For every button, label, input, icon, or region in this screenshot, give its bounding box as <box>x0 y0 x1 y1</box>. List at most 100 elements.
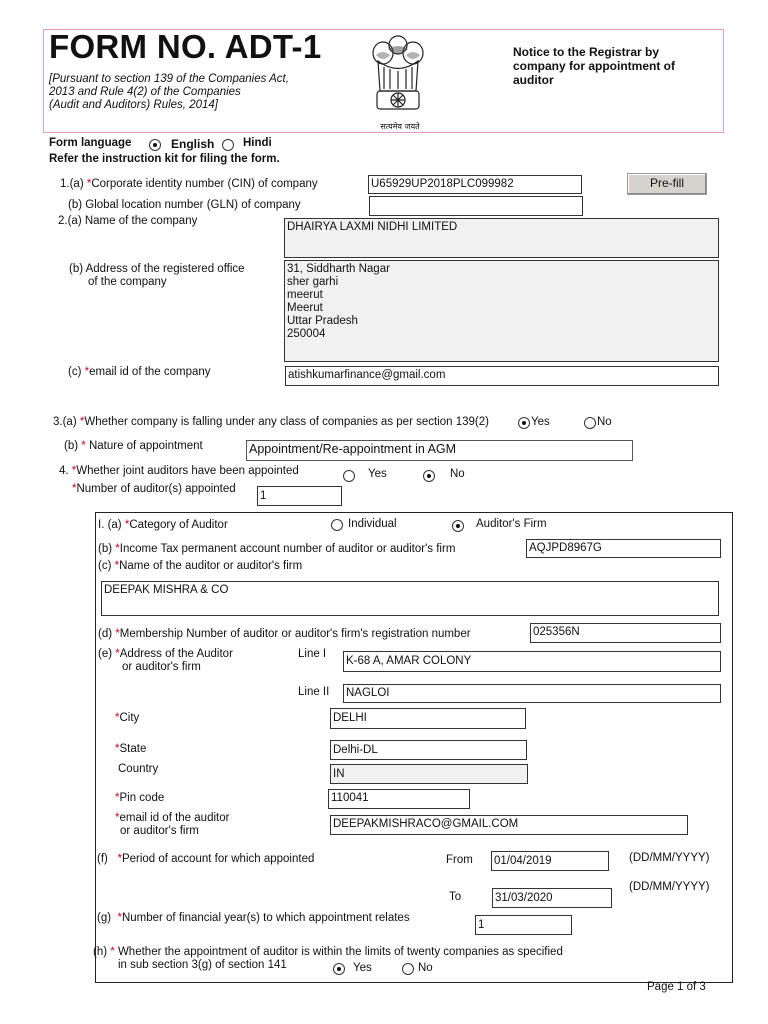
q1a-text: Corporate identity number (CIN) of compa… <box>91 178 318 190</box>
emblem-caption: सत्यमेव जयते <box>380 122 420 131</box>
period-from-input[interactable]: 01/04/2019 <box>491 851 609 871</box>
form-title: FORM NO. ADT-1 <box>49 28 322 65</box>
financial-years-input[interactable]: 1 <box>475 915 572 935</box>
q3a-label: 3.(a) *Whether company is falling under … <box>53 416 489 429</box>
instruction-text: Refer the instruction kit for filing the… <box>49 153 280 165</box>
auditor-count-label: *Number of auditor(s) appointed <box>72 483 236 496</box>
auditor-category-label: I. (a) *Category of Auditor <box>98 519 228 532</box>
radio-category-individual[interactable] <box>331 519 343 531</box>
radio-q3a-no[interactable] <box>584 417 596 429</box>
q3a-text: Whether company is falling under any cla… <box>84 416 489 428</box>
language-hindi-label: Hindi <box>243 137 272 149</box>
auditor-h-text: Whether the appointment of auditor is wi… <box>117 946 563 958</box>
gln-input[interactable] <box>369 196 583 216</box>
category-firm-label: Auditor's Firm <box>476 518 547 530</box>
notice-line: Notice to the Registrar by <box>513 45 660 59</box>
joint-auditors-yes-label: Yes <box>368 468 387 480</box>
auditor-email-input[interactable]: DEEPAKMISHRACO@GMAIL.COM <box>330 815 688 835</box>
auditor-f-prefix: (f) <box>97 853 108 865</box>
auditor-a-text: Category of Auditor <box>129 519 228 531</box>
q1a-label: 1.(a) *Corporate identity number (CIN) o… <box>60 178 318 191</box>
language-english-label: English <box>171 137 215 151</box>
registered-address-input[interactable]: 31, Siddharth Nagar sher garhi meerut Me… <box>284 260 719 362</box>
company-name-input[interactable]: DHAIRYA LAXMI NIDHI LIMITED <box>284 218 719 258</box>
notice-line: company for appointment of <box>513 59 675 73</box>
period-to-input[interactable]: 31/03/2020 <box>492 888 612 908</box>
auditor-name-label: (c) *Name of the auditor or auditor's fi… <box>98 560 302 573</box>
page-number: Page 1 of 3 <box>647 981 706 993</box>
q2b-line: (b) Address of the registered office <box>69 263 245 275</box>
radio-twenty-companies-yes[interactable] <box>333 963 345 975</box>
auditor-f-text: Period of account for which appointed <box>121 853 315 865</box>
auditor-membership-input[interactable]: 025356N <box>530 623 721 643</box>
address-line2-label: Line II <box>298 686 330 698</box>
auditor-e-text: or auditor's firm <box>122 661 201 673</box>
auditor-state-label: *State <box>115 743 146 756</box>
auditor-country-input[interactable]: IN <box>330 764 528 784</box>
radio-twenty-companies-no[interactable] <box>402 963 414 975</box>
auditor-email-text: or auditor's firm <box>120 825 199 837</box>
radio-category-firm[interactable] <box>452 520 464 532</box>
subtitle-line: [Pursuant to section 139 of the Companie… <box>49 73 289 85</box>
to-date-format-hint: (DD/MM/YYYY) <box>629 881 710 893</box>
auditor-g-text: Number of financial year(s) to which app… <box>121 912 410 924</box>
auditor-email-text: email id of the auditor <box>119 812 230 824</box>
q1b-label: (b) Global location number (GLN) of comp… <box>68 199 301 211</box>
auditor-c-prefix: (c) <box>98 560 112 572</box>
q2c-text: email id of the company <box>89 366 211 378</box>
auditor-b-prefix: (b) <box>98 543 113 555</box>
address-line1-label: Line I <box>298 648 327 660</box>
company-email-input[interactable]: atishkumarfinance@gmail.com <box>285 366 719 386</box>
twenty-companies-label: (h) * Whether the appointment of auditor… <box>93 946 563 972</box>
cin-input[interactable]: U65929UP2018PLC099982 <box>368 175 582 194</box>
q2c-prefix: (c) <box>68 366 82 378</box>
auditor-pin-label: *Pin code <box>115 792 164 805</box>
q3b-label: (b) * Nature of appointment <box>64 440 203 453</box>
period-label: (f) *Period of account for which appoint… <box>97 853 314 866</box>
form-notice: Notice to the Registrar by company for a… <box>513 45 713 87</box>
auditor-pin-input[interactable]: 110041 <box>328 789 470 809</box>
auditor-g-prefix: (g) <box>97 912 112 924</box>
auditor-count-input[interactable]: 1 <box>257 486 342 506</box>
auditor-count-text: Number of auditor(s) appointed <box>76 483 236 495</box>
joint-auditors-no-label: No <box>450 468 465 480</box>
auditor-city-input[interactable]: DELHI <box>330 708 526 729</box>
auditor-name-input[interactable]: DEEPAK MISHRA & CO <box>101 581 719 616</box>
radio-joint-auditors-no[interactable] <box>423 470 435 482</box>
nature-of-appointment-input[interactable]: Appointment/Re-appointment in AGM <box>246 440 633 461</box>
q2c-label: (c) *email id of the company <box>68 366 211 379</box>
auditor-b-text: Income Tax permanent account number of a… <box>119 543 456 555</box>
q3a-no-label: No <box>597 416 612 428</box>
q2a-label: 2.(a) Name of the company <box>58 215 198 227</box>
q2b-line: of the company <box>88 276 167 288</box>
auditor-address-label: (e) *Address of the Auditor or auditor's… <box>98 648 233 674</box>
notice-line: auditor <box>513 73 554 87</box>
auditor-a-prefix: I. (a) <box>98 519 122 531</box>
auditor-pan-input[interactable]: AQJPD8967G <box>526 539 721 558</box>
auditor-h-text: in sub section 3(g) of section 141 <box>118 959 287 971</box>
auditor-d-text: Membership Number of auditor or auditor'… <box>119 628 471 640</box>
auditor-state-input[interactable]: Delhi-DL <box>330 740 527 760</box>
state-text: State <box>119 743 147 755</box>
from-label: From <box>446 854 473 866</box>
auditor-d-prefix: (d) <box>98 628 113 640</box>
radio-joint-auditors-yes[interactable] <box>343 470 355 482</box>
auditor-address-line2-input[interactable]: NAGLOI <box>343 684 721 703</box>
auditor-e-prefix: (e) <box>98 648 113 660</box>
financial-years-label: (g) *Number of financial year(s) to whic… <box>97 912 410 925</box>
radio-q3a-yes[interactable] <box>518 417 530 429</box>
radio-language-hindi[interactable] <box>222 139 234 151</box>
q3b-prefix: (b) <box>64 440 79 452</box>
q4-text: Whether joint auditors have been appoint… <box>76 465 299 477</box>
q3b-text: Nature of appointment <box>88 440 203 452</box>
subtitle-line: 2013 and Rule 4(2) of the Companies <box>49 86 241 98</box>
from-date-format-hint: (DD/MM/YYYY) <box>629 852 710 864</box>
auditor-e-text: Address of the Auditor <box>119 648 233 660</box>
category-individual-label: Individual <box>348 518 397 530</box>
auditor-address-line1-input[interactable]: K-68 A, AMAR COLONY <box>343 651 721 672</box>
prefill-button[interactable]: Pre-fill <box>627 173 707 195</box>
radio-language-english[interactable] <box>149 139 161 151</box>
twenty-companies-yes-label: Yes <box>353 962 372 974</box>
q3a-prefix: 3.(a) <box>53 416 77 428</box>
q1a-prefix: 1.(a) <box>60 178 84 190</box>
